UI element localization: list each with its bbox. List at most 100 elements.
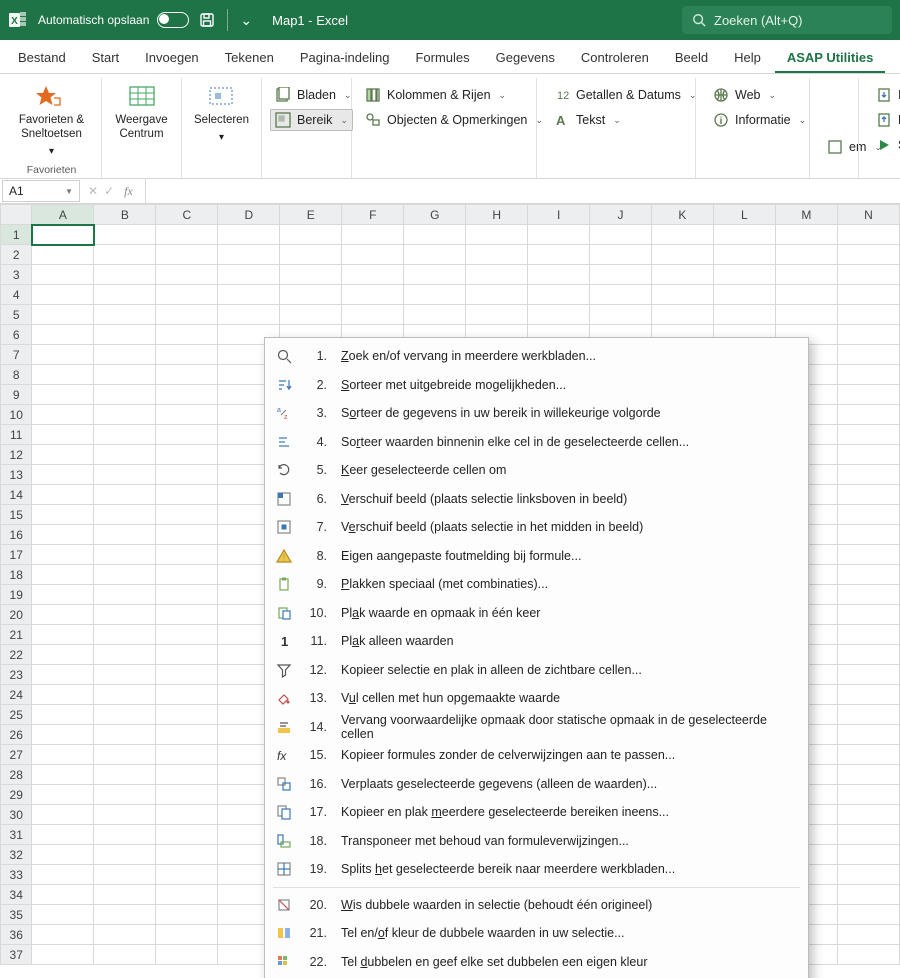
cell-A34[interactable] xyxy=(32,885,94,905)
cell-C32[interactable] xyxy=(156,845,218,865)
save-button[interactable] xyxy=(199,12,215,28)
row-header-31[interactable]: 31 xyxy=(1,825,32,845)
cell-A13[interactable] xyxy=(32,465,94,485)
cell-G5[interactable] xyxy=(404,305,466,325)
cell-A33[interactable] xyxy=(32,865,94,885)
cell-N37[interactable] xyxy=(837,945,899,965)
cell-E2[interactable] xyxy=(280,245,342,265)
row-header-35[interactable]: 35 xyxy=(1,905,32,925)
cell-N29[interactable] xyxy=(837,785,899,805)
cell-A19[interactable] xyxy=(32,585,94,605)
cell-D2[interactable] xyxy=(218,245,280,265)
favorites-button[interactable]: Favorieten & Sneltoetsen ▾ xyxy=(19,82,84,160)
cell-A10[interactable] xyxy=(32,405,94,425)
cell-K5[interactable] xyxy=(651,305,713,325)
cell-N33[interactable] xyxy=(837,865,899,885)
cell-B27[interactable] xyxy=(94,745,156,765)
cell-C12[interactable] xyxy=(156,445,218,465)
row-header-11[interactable]: 11 xyxy=(1,425,32,445)
tab-bestand[interactable]: Bestand xyxy=(6,44,78,73)
cell-B5[interactable] xyxy=(94,305,156,325)
cell-A28[interactable] xyxy=(32,765,94,785)
row-header-10[interactable]: 10 xyxy=(1,405,32,425)
cell-L2[interactable] xyxy=(713,245,775,265)
row-header-22[interactable]: 22 xyxy=(1,645,32,665)
cell-C24[interactable] xyxy=(156,685,218,705)
col-header-B[interactable]: B xyxy=(94,205,156,225)
tab-formules[interactable]: Formules xyxy=(403,44,481,73)
cell-A9[interactable] xyxy=(32,385,94,405)
menu-item-20[interactable]: 20.Wis dubbele waarden in selectie (beho… xyxy=(265,891,808,920)
row-header-30[interactable]: 30 xyxy=(1,805,32,825)
row-header-13[interactable]: 13 xyxy=(1,465,32,485)
cell-N36[interactable] xyxy=(837,925,899,945)
row-header-9[interactable]: 9 xyxy=(1,385,32,405)
tab-controleren[interactable]: Controleren xyxy=(569,44,661,73)
cell-A20[interactable] xyxy=(32,605,94,625)
cell-I2[interactable] xyxy=(528,245,590,265)
row-header-12[interactable]: 12 xyxy=(1,445,32,465)
row-header-16[interactable]: 16 xyxy=(1,525,32,545)
cell-N1[interactable] xyxy=(837,225,899,245)
menu-item-11[interactable]: 111.Plak alleen waarden xyxy=(265,627,808,656)
cell-F5[interactable] xyxy=(342,305,404,325)
row-header-3[interactable]: 3 xyxy=(1,265,32,285)
row-header-32[interactable]: 32 xyxy=(1,845,32,865)
cancel-formula-icon[interactable]: ✕ xyxy=(88,184,98,198)
cell-C19[interactable] xyxy=(156,585,218,605)
cell-B22[interactable] xyxy=(94,645,156,665)
cell-J3[interactable] xyxy=(590,265,652,285)
cell-B25[interactable] xyxy=(94,705,156,725)
cell-B7[interactable] xyxy=(94,345,156,365)
cell-N6[interactable] xyxy=(837,325,899,345)
menu-item-12[interactable]: 12.Kopieer selectie en plak in alleen de… xyxy=(265,656,808,685)
row-header-25[interactable]: 25 xyxy=(1,705,32,725)
menu-item-16[interactable]: 16.Verplaats geselecteerde gegevens (all… xyxy=(265,770,808,799)
cell-A23[interactable] xyxy=(32,665,94,685)
cell-K1[interactable] xyxy=(651,225,713,245)
cell-E4[interactable] xyxy=(280,285,342,305)
row-header-19[interactable]: 19 xyxy=(1,585,32,605)
col-header-J[interactable]: J xyxy=(590,205,652,225)
cell-N15[interactable] xyxy=(837,505,899,525)
menu-item-10[interactable]: 10.Plak waarde en opmaak in één keer xyxy=(265,599,808,628)
cell-M1[interactable] xyxy=(775,225,837,245)
cell-A36[interactable] xyxy=(32,925,94,945)
menu-item-4[interactable]: 4.Sorteer waarden binnenin elke cel in d… xyxy=(265,428,808,457)
cell-A17[interactable] xyxy=(32,545,94,565)
menu-item-9[interactable]: 9.Plakken speciaal (met combinaties)... xyxy=(265,570,808,599)
col-header-L[interactable]: L xyxy=(713,205,775,225)
col-header-H[interactable]: H xyxy=(466,205,528,225)
cell-C31[interactable] xyxy=(156,825,218,845)
cell-N14[interactable] xyxy=(837,485,899,505)
accept-formula-icon[interactable]: ✓ xyxy=(104,184,114,198)
cell-N9[interactable] xyxy=(837,385,899,405)
cell-G2[interactable] xyxy=(404,245,466,265)
tab-beeld[interactable]: Beeld xyxy=(663,44,720,73)
cell-C29[interactable] xyxy=(156,785,218,805)
cell-N21[interactable] xyxy=(837,625,899,645)
ribbon-item-bereik[interactable]: Bereik⌄ xyxy=(270,109,353,131)
cell-C28[interactable] xyxy=(156,765,218,785)
cell-F4[interactable] xyxy=(342,285,404,305)
cell-N20[interactable] xyxy=(837,605,899,625)
col-header-D[interactable]: D xyxy=(218,205,280,225)
cell-H5[interactable] xyxy=(466,305,528,325)
cell-N4[interactable] xyxy=(837,285,899,305)
cell-A4[interactable] xyxy=(32,285,94,305)
cell-B14[interactable] xyxy=(94,485,156,505)
cell-A18[interactable] xyxy=(32,565,94,585)
cell-G4[interactable] xyxy=(404,285,466,305)
row-header-2[interactable]: 2 xyxy=(1,245,32,265)
menu-item-7[interactable]: 7.Verschuif beeld (plaats selectie in he… xyxy=(265,513,808,542)
col-header-C[interactable]: C xyxy=(156,205,218,225)
cell-C26[interactable] xyxy=(156,725,218,745)
cell-A24[interactable] xyxy=(32,685,94,705)
menu-item-22[interactable]: 22.Tel dubbelen en geef elke set dubbele… xyxy=(265,948,808,977)
ribbon-item-tekst[interactable]: ATekst⌄ xyxy=(549,109,626,131)
quick-access-dropdown[interactable]: ⌄ xyxy=(240,12,252,29)
cell-N18[interactable] xyxy=(837,565,899,585)
cell-C11[interactable] xyxy=(156,425,218,445)
cell-C37[interactable] xyxy=(156,945,218,965)
cell-A15[interactable] xyxy=(32,505,94,525)
